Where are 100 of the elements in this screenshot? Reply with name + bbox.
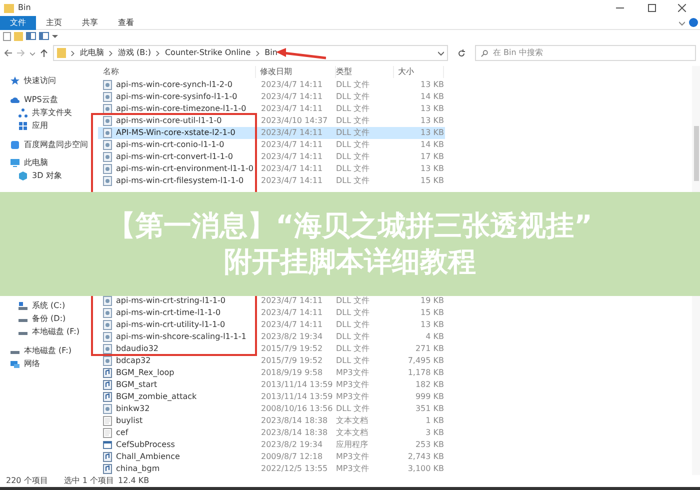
type-cell-text: DLL 文件 [336, 331, 371, 344]
ribbon-tab[interactable]: 文件 [0, 16, 36, 30]
date-cell-text: 2023/4/7 14:11 [260, 103, 324, 116]
breadcrumb[interactable]: Bin [264, 47, 278, 60]
audio-file-icon [103, 464, 112, 474]
pane-icon[interactable] [26, 32, 36, 40]
nav-item[interactable]: 百度网盘同步空间 [10, 138, 88, 152]
file-row[interactable]: china_bgm 2022/12/5 13:55 MP3文件 3,100 KB [98, 463, 445, 476]
scrollbar-thumb[interactable] [694, 126, 698, 182]
file-row[interactable]: api-ms-win-crt-conio-l1-1-0 2023/4/7 14:11 DLL 文件 14 KB [98, 139, 445, 152]
search-field[interactable]: 在 Bin 中搜索 [475, 45, 696, 62]
layout-icon[interactable] [39, 32, 49, 40]
nav-item[interactable]: 本地磁盘 (F:) [18, 325, 80, 338]
nav-item[interactable]: 快速访问 [10, 74, 56, 88]
column-header[interactable]: 大小 [394, 66, 444, 78]
file-row[interactable]: CefSubProcess 2023/8/2 19:34 应用程序 253 KB [98, 439, 445, 452]
file-row[interactable]: bdaudio32 2015/7/9 19:52 DLL 文件 271 KB [98, 343, 445, 356]
file-row[interactable]: api-ms-win-crt-time-l1-1-0 2023/4/7 14:11 DLL 文件 15 KB [98, 307, 445, 320]
nav-item[interactable]: 备份 (D:) [18, 312, 66, 326]
nav-item[interactable]: 此电脑 [10, 156, 48, 170]
file-row[interactable]: api-ms-win-core-sysinfo-l1-1-0 2023/4/7 14:11 DLL 文件 14 KB [98, 91, 445, 104]
file-name: api-ms-win-core-util-l1-1-0 [116, 115, 222, 128]
back-arrow-icon[interactable] [4, 49, 12, 58]
file-row[interactable]: buylist 2023/8/14 18:38 文本文档 1 KB [98, 415, 445, 428]
file-row[interactable]: api-ms-win-shcore-scaling-l1-1-1 2023/8/2 19:34 DLL 文件 4 KB [98, 331, 445, 344]
file-row[interactable]: api-ms-win-crt-environment-l1-1-0 2023/4/7 14:11 DLL 文件 13 KB [98, 163, 445, 176]
file-row[interactable]: api-ms-win-crt-string-l1-1-0 2023/4/7 14:11 DLL 文件 19 KB [98, 295, 445, 308]
ribbon-tab[interactable]: 查看 [108, 16, 144, 30]
chevron-icon[interactable] [30, 50, 35, 56]
size-cell-text: 271 KB [414, 343, 444, 356]
ribbon-tab[interactable]: 主页 [36, 16, 72, 30]
date-cell-text: 2015/7/9 19:52 [260, 355, 324, 368]
address-bar[interactable]: 此电脑 游戏 (B:) Counter-Strike Online Bin [53, 45, 448, 62]
star-icon [10, 76, 20, 86]
chevron-icon [156, 50, 160, 56]
size-cell-text: 3,100 KB [406, 463, 444, 476]
file-name: china_bgm [116, 463, 160, 476]
nav-item[interactable]: WPS云盘 [10, 93, 58, 106]
file-row[interactable]: cef 2023/8/14 18:38 文本文档 3 KB [98, 427, 445, 440]
file-row[interactable]: BGM_zombie_attack 2013/11/14 13:59 MP3文件 999 KB [98, 391, 445, 404]
file-name: bdcap32 [116, 355, 151, 368]
date-cell-text: 2023/4/7 14:11 [260, 139, 324, 152]
column-header[interactable]: 类型 [336, 66, 394, 78]
nav-item[interactable]: 3D 对象 [18, 169, 62, 182]
size-cell-text: 15 KB [420, 307, 444, 320]
nav-item[interactable]: 系统 (C:) [18, 299, 66, 312]
type-cell-text: DLL 文件 [336, 139, 371, 152]
ribbon-tab[interactable]: 共享 [72, 16, 108, 30]
gear-file-icon [103, 128, 112, 138]
maximize-icon[interactable] [648, 4, 656, 12]
size-cell-text: 13 KB [420, 103, 444, 116]
refresh-icon[interactable] [457, 48, 466, 58]
close-icon[interactable] [678, 4, 686, 12]
nav-item[interactable]: 共享文件夹 [18, 106, 72, 120]
file-name: BGM_zombie_attack [116, 391, 197, 404]
breadcrumb[interactable]: 此电脑 [80, 47, 104, 60]
size-cell-text: 7,495 KB [406, 355, 444, 368]
nav-item[interactable]: 网络 [10, 357, 40, 370]
column-header[interactable]: 修改日期 [256, 66, 336, 78]
gear-file-icon [103, 152, 112, 162]
file-row[interactable]: api-ms-win-core-synch-l1-2-0 2023/4/7 14:11 DLL 文件 13 KB [98, 79, 445, 92]
audio-file-icon [103, 452, 112, 462]
gear-file-icon [103, 320, 112, 330]
date-cell-text: 2008/10/16 13:56 [260, 403, 334, 416]
type-cell-text: MP3文件 [336, 367, 370, 380]
breadcrumb[interactable]: 游戏 (B:) [118, 47, 151, 60]
dropdown-icon[interactable] [438, 50, 444, 56]
column-header[interactable]: 名称 [98, 66, 256, 78]
file-row[interactable]: api-ms-win-crt-convert-l1-1-0 2023/4/7 14:11 DLL 文件 17 KB [98, 151, 445, 164]
up-arrow-icon[interactable] [40, 49, 48, 58]
file-row[interactable]: bdcap32 2015/7/9 19:52 DLL 文件 7,495 KB [98, 355, 445, 368]
folder-icon [57, 48, 66, 58]
type-cell-text: MP3文件 [336, 379, 370, 392]
nav-item[interactable]: 应用 [18, 119, 48, 132]
file-row[interactable]: api-ms-win-crt-filesystem-l1-1-0 2023/4/7 14:11 DLL 文件 15 KB [98, 175, 445, 188]
file-row[interactable]: api-ms-win-crt-utility-l1-1-0 2023/4/7 14:11 DLL 文件 13 KB [98, 319, 445, 332]
file-row[interactable]: Chall_Ambience 2009/8/7 12:18 MP3文件 2,743 KB [98, 451, 445, 464]
properties-icon[interactable] [3, 32, 11, 41]
file-row[interactable]: binkw32 2008/10/16 13:56 DLL 文件 351 KB [98, 403, 445, 416]
arrow-icon [276, 48, 326, 60]
file-row[interactable]: BGM_Rex_loop 2018/9/19 9:58 MP3文件 1,178 KB [98, 367, 445, 380]
file-row[interactable]: BGM_start 2013/11/14 13:59 MP3文件 182 KB [98, 379, 445, 392]
size-cell-text: 13 KB [420, 115, 444, 128]
dropdown-icon[interactable] [52, 33, 58, 40]
date-cell-text: 2023/8/14 18:38 [260, 427, 329, 440]
nav-item[interactable]: 本地磁盘 (F:) [10, 344, 72, 358]
file-row[interactable]: api-ms-win-core-util-l1-1-0 2023/4/10 14:37 DLL 文件 13 KB [98, 115, 445, 128]
help-icon[interactable] [689, 18, 698, 28]
type-cell-text: DLL 文件 [336, 295, 371, 308]
size-cell-text: 3 KB [424, 427, 444, 440]
file-row[interactable]: API-MS-Win-core-xstate-l2-1-0 2023/4/7 14:11 DLL 文件 13 KB [98, 127, 445, 140]
chevron-icon[interactable] [679, 20, 685, 26]
item-count: 220 个项目 [6, 475, 48, 488]
file-name: api-ms-win-core-sysinfo-l1-1-0 [116, 91, 238, 104]
file-name: BGM_start [116, 379, 158, 392]
type-cell-text: DLL 文件 [336, 163, 371, 176]
breadcrumb[interactable]: Counter-Strike Online [164, 47, 251, 60]
type-cell-text: DLL 文件 [336, 343, 371, 356]
banner-headline: 【第一消息】“海贝之城拼三张透视挂” [108, 208, 592, 244]
date-cell-text: 2023/8/2 19:34 [260, 439, 324, 452]
